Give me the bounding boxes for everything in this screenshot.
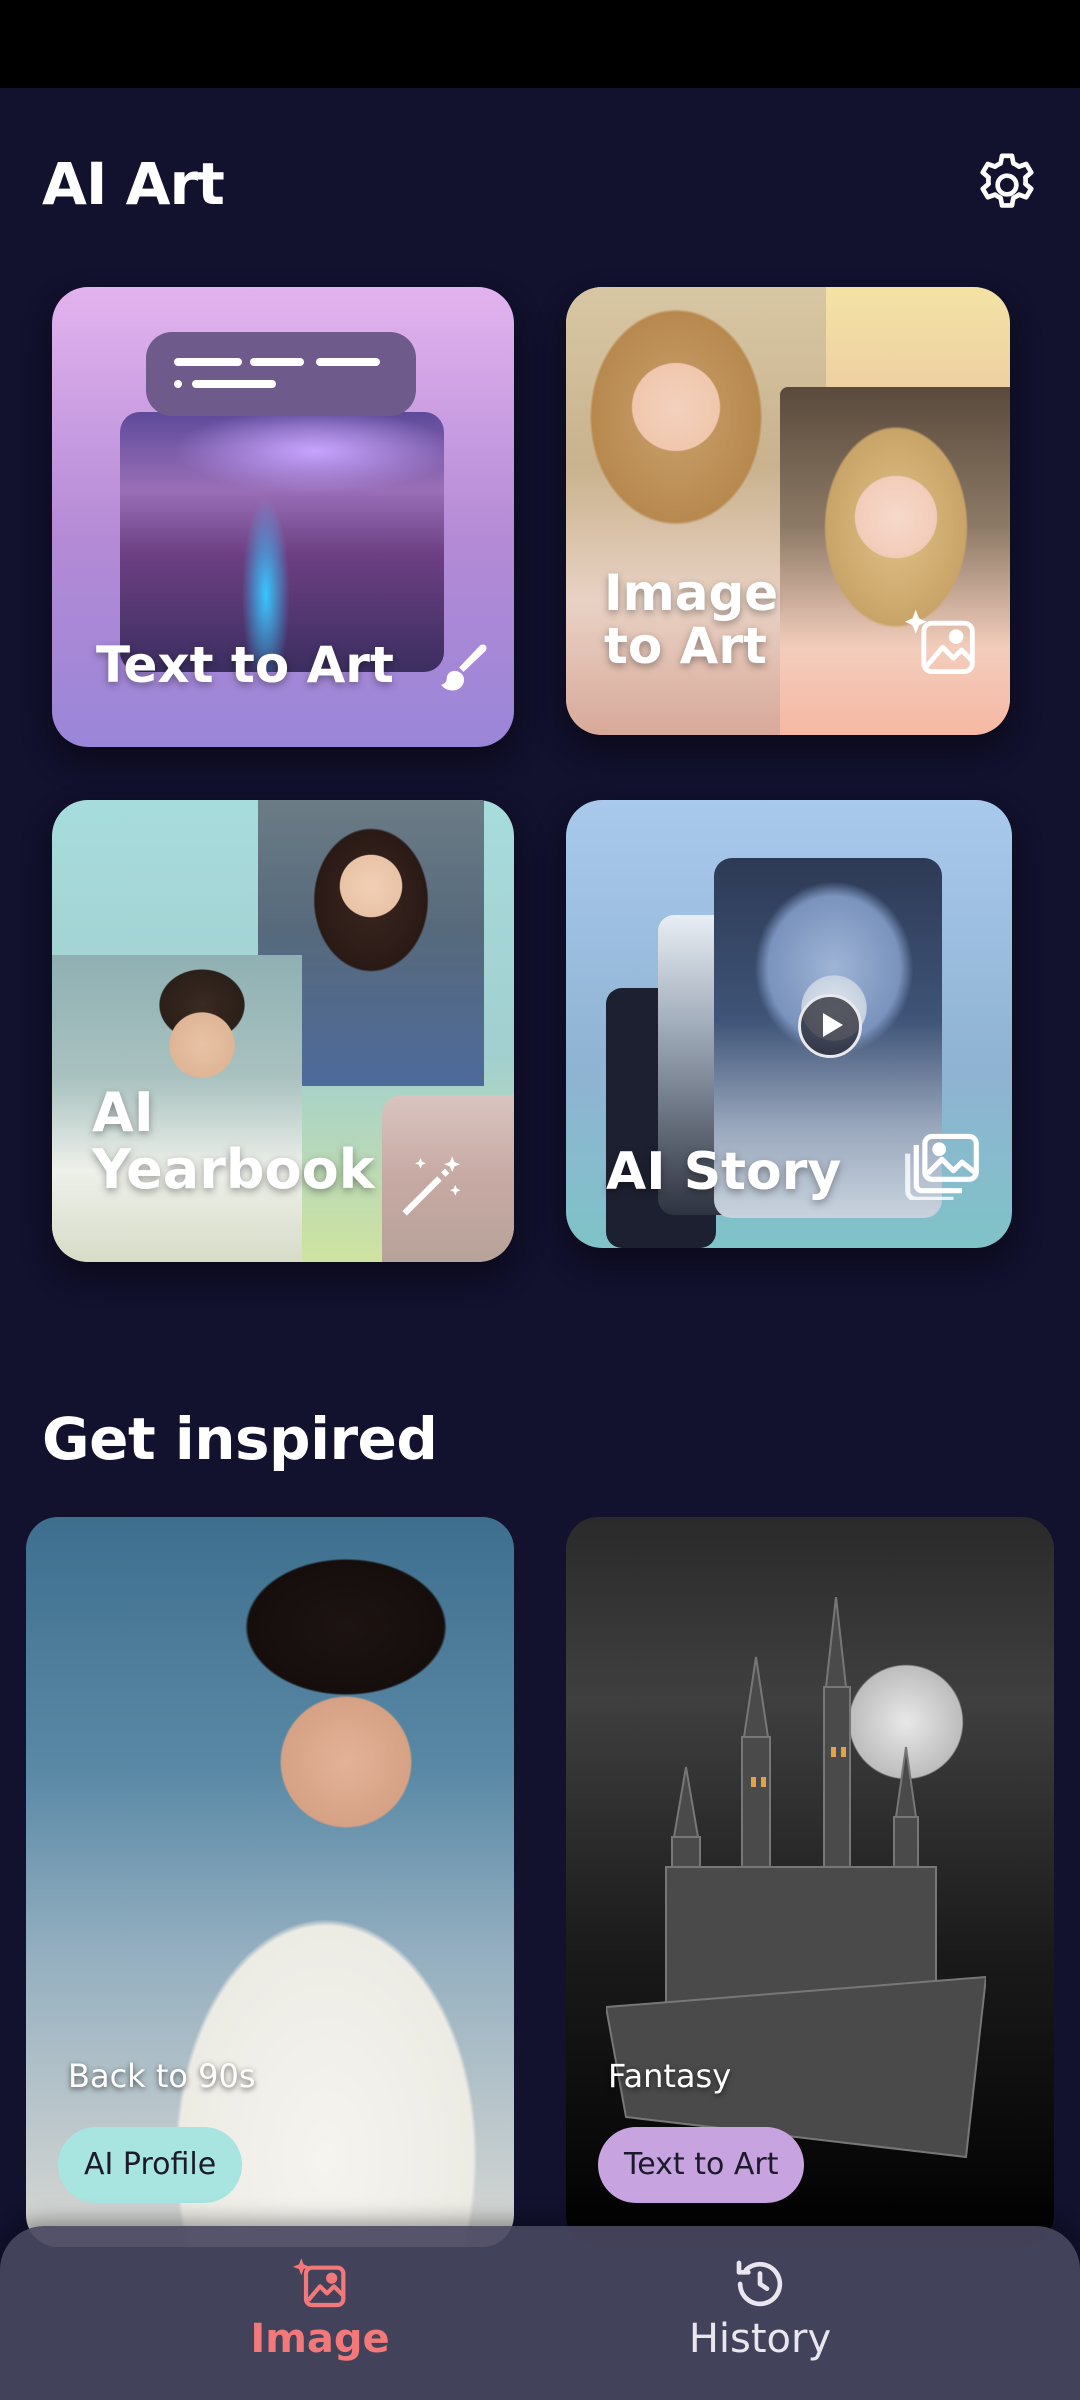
ai-yearbook-label: AI Yearbook <box>92 1081 375 1201</box>
play-icon <box>798 994 862 1058</box>
nav-tab-label: History <box>688 2316 832 2362</box>
inspire-tag-chip[interactable]: AI Profile <box>58 2127 243 2203</box>
inspire-card-fantasy[interactable]: Fantasy Text to Art <box>566 1517 1054 2247</box>
history-clock-icon <box>732 2256 788 2312</box>
status-bar <box>0 0 1080 88</box>
nav-tab-image[interactable]: Image <box>170 2256 470 2376</box>
portrait-anime <box>780 387 1010 735</box>
bottom-navigation: Image History <box>0 2226 1080 2400</box>
sparkle-image-icon <box>902 607 978 681</box>
prompt-bubble-icon <box>146 332 416 416</box>
inspire-card-back-to-90s[interactable]: Back to 90s AI Profile <box>26 1517 514 2247</box>
image-stack-icon <box>902 1130 982 1204</box>
page-title: AI Art <box>42 150 225 218</box>
image-sparkle-icon <box>292 2256 348 2312</box>
section-title-get-inspired: Get inspired <box>42 1405 438 1473</box>
image-to-art-card[interactable]: Image to Art <box>566 287 1010 735</box>
landscape-artwork <box>120 412 444 672</box>
text-to-art-label: Text to Art <box>96 636 394 694</box>
inspire-caption: Back to 90s <box>68 2057 256 2095</box>
inspire-tag-chip[interactable]: Text to Art <box>598 2127 805 2203</box>
magic-wand-icon <box>392 1150 468 1230</box>
text-to-art-card[interactable]: Text to Art <box>52 287 514 747</box>
nav-tab-label: Image <box>250 2316 390 2362</box>
castle-illustration <box>606 1597 986 2159</box>
paintbrush-icon <box>432 637 494 703</box>
nav-tab-history[interactable]: History <box>610 2256 910 2376</box>
settings-gear-icon[interactable] <box>972 150 1042 220</box>
ai-story-label: AI Story <box>606 1142 842 1202</box>
ai-story-card[interactable]: AI Story <box>566 800 1012 1248</box>
image-to-art-label: Image to Art <box>604 564 779 675</box>
inspire-caption: Fantasy <box>608 2057 732 2095</box>
ai-yearbook-card[interactable]: AI Yearbook <box>52 800 514 1262</box>
